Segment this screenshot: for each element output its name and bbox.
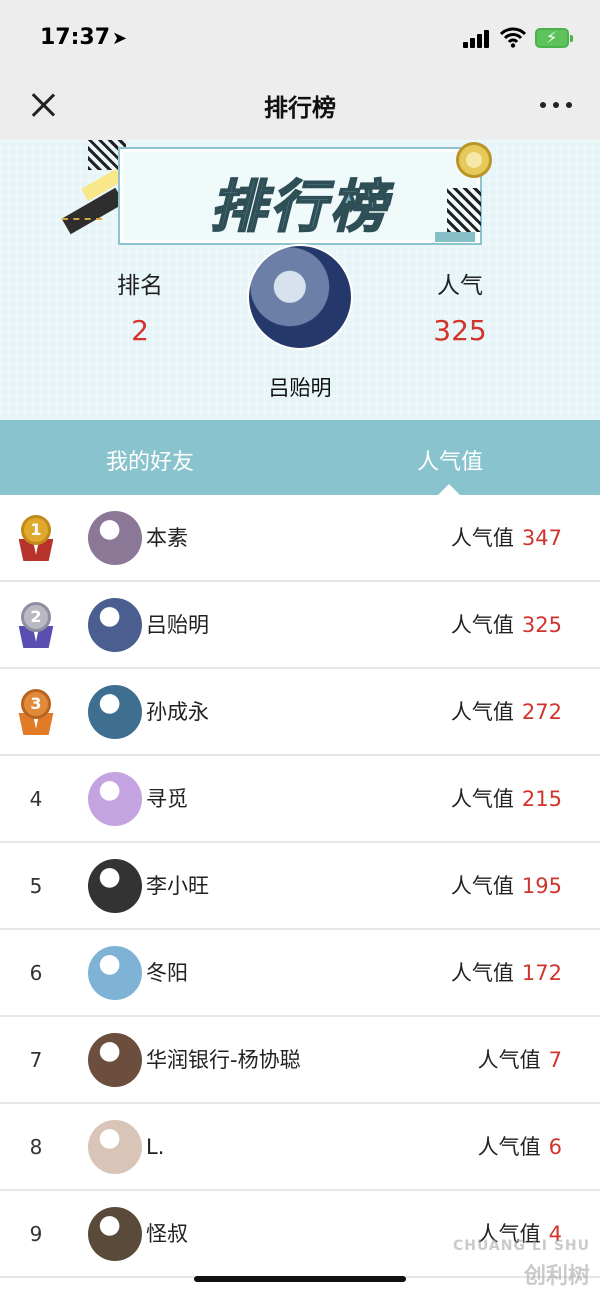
popularity-value: 215 [521, 787, 562, 811]
rank-number: 5 [29, 874, 43, 898]
popularity-label: 人气值 [450, 874, 514, 898]
popularity-value: 7 [548, 1048, 562, 1072]
active-tab-indicator [438, 484, 460, 495]
medal-rank-number: 3 [21, 689, 51, 719]
cellular-signal-icon [463, 30, 491, 48]
popularity-value: 172 [521, 961, 562, 985]
list-item[interactable]: 5 李小旺 人气值 195 [0, 843, 600, 930]
home-indicator[interactable] [194, 1276, 406, 1282]
bronze-medal-icon: 3 [17, 689, 55, 735]
popularity-score: 人气值 272 [451, 669, 562, 756]
avatar[interactable] [88, 511, 142, 565]
ranking-header: 排行榜 排名 2 人气 325 吕贻明 [0, 140, 600, 420]
user-name: L. [146, 1135, 165, 1159]
popularity-value: 272 [521, 700, 562, 724]
page-title: 排行榜 [264, 94, 336, 122]
ranking-banner: 排行榜 [118, 147, 482, 245]
popularity-value: 195 [521, 874, 562, 898]
list-item[interactable]: 9 怪叔 人气值 4 [0, 1191, 600, 1278]
gold-medal-icon: 1 [17, 515, 55, 561]
status-time: 17:37 ➤ [40, 25, 127, 50]
avatar[interactable] [88, 946, 142, 1000]
user-name: 孙成永 [146, 700, 209, 724]
popularity-value: 6 [548, 1135, 562, 1159]
decor-zigzag [62, 212, 102, 220]
wifi-icon [500, 27, 526, 48]
list-item[interactable]: 2 吕贻明 人气值 325 [0, 582, 600, 669]
user-name: 吕贻明 [146, 613, 209, 637]
popularity-score: 人气值 215 [451, 756, 562, 843]
popularity-label: 人气 [437, 273, 483, 299]
medal-icon [456, 142, 492, 178]
decor-blue-bar [435, 232, 475, 242]
avatar[interactable] [88, 598, 142, 652]
rank-label: 排名 [117, 273, 163, 299]
avatar[interactable] [247, 244, 353, 350]
location-arrow-icon: ➤ [112, 28, 128, 49]
list-item[interactable]: 4 寻觅 人气值 215 [0, 756, 600, 843]
popularity-label: 人气值 [450, 961, 514, 985]
popularity-score: 人气值 7 [478, 1017, 562, 1104]
list-item[interactable]: 3 孙成永 人气值 272 [0, 669, 600, 756]
more-options-icon[interactable] [538, 93, 574, 113]
user-name: 本素 [146, 526, 188, 550]
popularity-label: 人气值 [450, 526, 514, 550]
popularity-score: 人气值 347 [451, 495, 562, 582]
popularity-label: 人气值 [450, 700, 514, 724]
user-name: 李小旺 [146, 874, 209, 898]
decor-stripes [447, 188, 481, 232]
rank-value: 2 [131, 314, 149, 347]
popularity-value: 325 [521, 613, 562, 637]
silver-medal-icon: 2 [17, 602, 55, 648]
tab-popularity[interactable]: 人气值 [350, 444, 550, 476]
avatar[interactable] [88, 1120, 142, 1174]
avatar[interactable] [88, 685, 142, 739]
popularity-value: 347 [521, 526, 562, 550]
popularity-label: 人气值 [450, 787, 514, 811]
tab-my-friends[interactable]: 我的好友 [50, 444, 250, 476]
rank-number: 8 [29, 1135, 43, 1159]
rank-number: 4 [29, 787, 43, 811]
watermark-logo-text: 创利树 [523, 1264, 590, 1289]
battery-icon: ⚡ [535, 28, 573, 48]
popularity-score: 人气值 325 [451, 582, 562, 669]
tab-bar: 我的好友 人气值 [0, 420, 600, 495]
top-bar: 17:37 ➤ ⚡ 排行榜 [0, 0, 600, 140]
ranking-list: 1 本素 人气值 347 2 吕贻明 人气值 325 3 孙成永 人气值 272 4 寻觅 人气值 215 5 李… [0, 495, 600, 1278]
user-name: 怪叔 [146, 1222, 188, 1246]
medal-rank-number: 2 [21, 602, 51, 632]
user-name: 冬阳 [146, 961, 188, 985]
user-name: 华润银行-杨协聪 [146, 1048, 301, 1072]
popularity-score: 人气值 6 [478, 1104, 562, 1191]
medal-rank-number: 1 [21, 515, 51, 545]
user-name: 寻觅 [146, 787, 188, 811]
avatar[interactable] [88, 1207, 142, 1261]
popularity-score: 人气值 195 [451, 843, 562, 930]
popularity-label: 人气值 [477, 1048, 541, 1072]
rank-number: 9 [29, 1222, 43, 1246]
popularity-label: 人气值 [450, 613, 514, 637]
watermark-text: CHUANG LI SHU [452, 1238, 590, 1254]
avatar[interactable] [88, 1033, 142, 1087]
rank-number: 6 [29, 961, 43, 985]
rank-number: 7 [29, 1048, 43, 1072]
popularity-score: 人气值 172 [451, 930, 562, 1017]
avatar[interactable] [88, 859, 142, 913]
list-item[interactable]: 8 L. 人气值 6 [0, 1104, 600, 1191]
list-item[interactable]: 6 冬阳 人气值 172 [0, 930, 600, 1017]
list-item[interactable]: 7 华润银行-杨协聪 人气值 7 [0, 1017, 600, 1104]
list-item[interactable]: 1 本素 人气值 347 [0, 495, 600, 582]
user-name: 吕贻明 [268, 376, 332, 400]
avatar[interactable] [88, 772, 142, 826]
banner-title: 排行榜 [209, 174, 390, 241]
popularity-label: 人气值 [477, 1135, 541, 1159]
status-time-text: 17:37 [40, 25, 111, 50]
popularity-value: 325 [433, 314, 487, 347]
